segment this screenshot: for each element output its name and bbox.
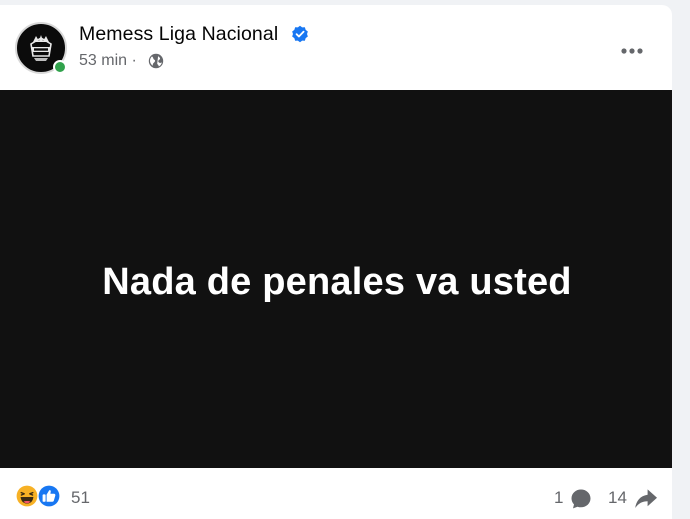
share-count[interactable]: 14 (608, 488, 627, 508)
globe-icon[interactable] (148, 53, 164, 69)
online-status-dot (53, 60, 67, 74)
page-background-edge (672, 0, 690, 519)
more-options-icon (621, 48, 643, 54)
verified-badge-icon (292, 25, 308, 43)
post-image[interactable]: Nada de penales va usted (0, 90, 672, 468)
comment-icon[interactable] (570, 488, 592, 510)
share-icon[interactable] (634, 488, 658, 510)
like-reaction-icon[interactable] (37, 484, 61, 508)
post-timestamp[interactable]: 53 min (79, 52, 127, 69)
haha-reaction-icon[interactable] (15, 484, 39, 508)
post-meta: 53 min · (79, 51, 137, 71)
reaction-count[interactable]: 51 (71, 488, 90, 508)
post-header: Memess Liga Nacional 53 min · (0, 5, 672, 90)
page-name-link[interactable]: Memess Liga Nacional (79, 22, 278, 46)
post-footer: 51 1 14 (0, 468, 672, 519)
post-image-text: Nada de penales va usted (102, 260, 572, 303)
comment-count[interactable]: 1 (554, 488, 563, 508)
more-options-button[interactable] (614, 33, 650, 69)
post-card: Memess Liga Nacional 53 min · Nada de pe… (0, 5, 672, 519)
meta-separator: · (131, 52, 137, 69)
